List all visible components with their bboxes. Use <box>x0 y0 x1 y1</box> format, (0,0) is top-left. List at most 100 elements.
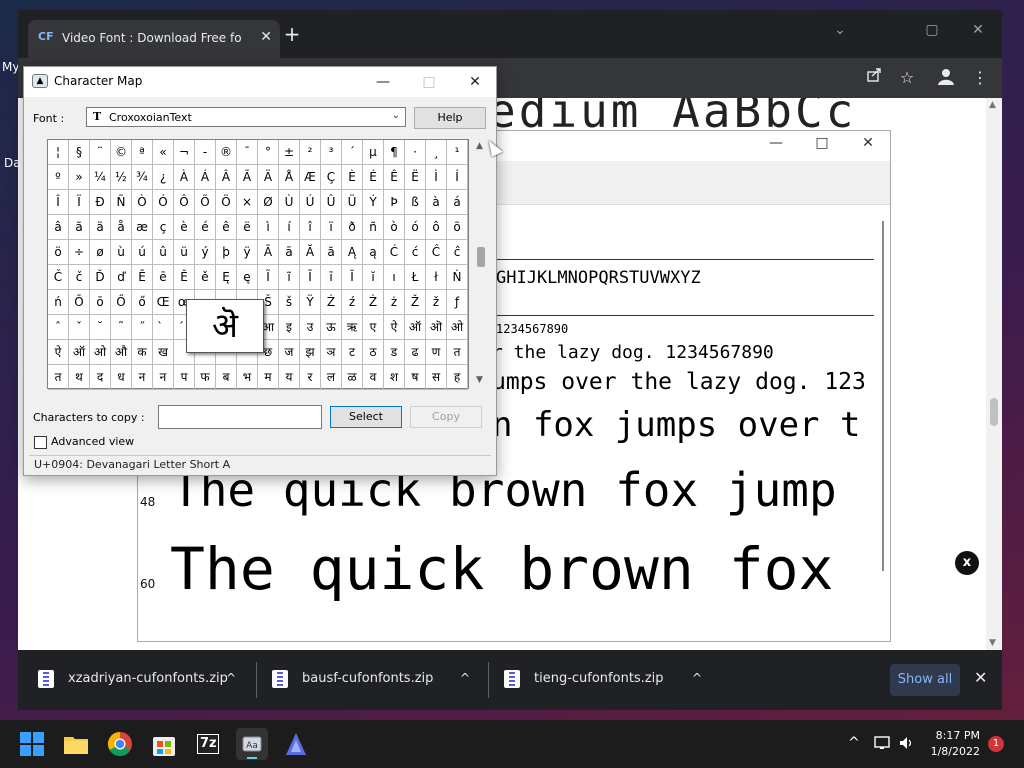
notification-badge[interactable]: 1 <box>988 736 1004 752</box>
character-cell[interactable]: ख <box>153 340 174 365</box>
character-cell[interactable]: ओ <box>447 315 468 340</box>
character-cell[interactable]: µ <box>363 140 384 165</box>
character-cell[interactable]: औ <box>111 340 132 365</box>
7zip-icon[interactable]: 7z <box>192 728 224 760</box>
help-button[interactable]: Help <box>414 107 486 129</box>
character-cell[interactable]: ह <box>447 365 468 390</box>
character-cell[interactable]: « <box>153 140 174 165</box>
character-cell[interactable]: ज <box>279 340 300 365</box>
character-cell[interactable]: Ę <box>216 265 237 290</box>
character-cell[interactable]: न <box>153 365 174 390</box>
download-item[interactable]: xzadriyan-cufonfonts.zip ^ <box>38 664 248 696</box>
character-cell[interactable]: Ł <box>405 265 426 290</box>
character-cell[interactable]: É <box>363 165 384 190</box>
character-cell[interactable]: Ë <box>405 165 426 190</box>
close-button[interactable]: ✕ <box>848 135 888 157</box>
browser-tab[interactable]: CF Video Font : Download Free for D ✕ <box>28 20 280 58</box>
character-cell[interactable]: Ü <box>342 190 363 215</box>
download-item[interactable]: bausf-cufonfonts.zip ^ <box>272 664 472 696</box>
character-cell[interactable]: Ã <box>237 165 258 190</box>
minimize-button[interactable]: ⌄ <box>820 16 860 44</box>
chevron-up-icon[interactable]: ^ <box>692 671 702 685</box>
character-cell[interactable]: म <box>258 365 279 390</box>
character-cell[interactable]: ° <box>258 140 279 165</box>
character-cell[interactable]: Ù <box>279 190 300 215</box>
character-cell[interactable]: Æ <box>300 165 321 190</box>
menu-kebab-icon[interactable]: ⋮ <box>968 67 992 89</box>
character-cell[interactable]: ण <box>426 340 447 365</box>
character-cell[interactable]: ð <box>342 215 363 240</box>
character-cell[interactable]: û <box>153 240 174 265</box>
character-cell[interactable]: ć <box>405 240 426 265</box>
character-cell[interactable]: ¹ <box>447 140 468 165</box>
chrome-icon[interactable] <box>104 728 136 760</box>
character-cell[interactable]: ż <box>384 290 405 315</box>
character-cell[interactable]: ô <box>426 215 447 240</box>
character-cell[interactable]: र <box>300 365 321 390</box>
character-cell[interactable]: न <box>132 365 153 390</box>
maximize-button[interactable]: □ <box>802 135 842 157</box>
character-cell[interactable]: Ō <box>69 290 90 315</box>
character-cell[interactable]: È <box>342 165 363 190</box>
character-cell[interactable]: ऋ <box>342 315 363 340</box>
character-cell[interactable]: Â <box>216 165 237 190</box>
character-cell[interactable]: ę <box>237 265 258 290</box>
character-cell[interactable]: · <box>405 140 426 165</box>
character-cell[interactable]: ç <box>153 215 174 240</box>
character-cell[interactable]: ü <box>174 240 195 265</box>
character-cell[interactable]: ऑ <box>69 340 90 365</box>
character-cell[interactable]: è <box>174 215 195 240</box>
character-cell[interactable]: ½ <box>111 165 132 190</box>
character-cell[interactable]: í <box>279 215 300 240</box>
character-cell[interactable]: » <box>69 165 90 190</box>
font-dropdown[interactable]: T CroxoxoianText ⌄ <box>86 107 406 127</box>
character-cell[interactable]: Ĉ <box>426 240 447 265</box>
character-cell[interactable]: Ő <box>111 290 132 315</box>
character-cell[interactable]: ˜ <box>111 315 132 340</box>
character-cell[interactable]: ö <box>48 240 69 265</box>
character-cell[interactable]: á <box>447 190 468 215</box>
character-cell[interactable]: ठ <box>363 340 384 365</box>
character-cell[interactable]: č <box>69 265 90 290</box>
character-cell[interactable]: Ī <box>300 265 321 290</box>
character-cell[interactable]: â <box>48 215 69 240</box>
character-cell[interactable]: ¦ <box>48 140 69 165</box>
chevron-up-icon[interactable]: ^ <box>460 671 470 685</box>
character-cell[interactable]: ă <box>321 240 342 265</box>
character-cell[interactable]: Í <box>447 165 468 190</box>
character-cell[interactable]: प <box>174 365 195 390</box>
character-cell[interactable]: ¼ <box>90 165 111 190</box>
character-cell[interactable]: ˇ <box>69 315 90 340</box>
font-app-icon[interactable] <box>280 728 312 760</box>
character-cell[interactable]: ² <box>300 140 321 165</box>
character-cell[interactable]: Ā <box>258 240 279 265</box>
character-cell[interactable]: फ <box>195 365 216 390</box>
character-cell[interactable]: × <box>237 190 258 215</box>
character-cell[interactable]: é <box>195 215 216 240</box>
character-cell[interactable]: ष <box>405 365 426 390</box>
character-cell[interactable]: ® <box>216 140 237 165</box>
character-cell[interactable]: Ż <box>363 290 384 315</box>
character-cell[interactable]: Û <box>321 190 342 215</box>
character-cell[interactable]: Ē <box>132 265 153 290</box>
character-cell[interactable]: ń <box>48 290 69 315</box>
character-cell[interactable]: ì <box>258 215 279 240</box>
character-cell[interactable]: ª <box>132 140 153 165</box>
character-cell[interactable]: Ò <box>132 190 153 215</box>
new-tab-button[interactable]: + <box>280 23 304 47</box>
character-cell[interactable]: Ž <box>405 290 426 315</box>
download-item[interactable]: tieng-cufonfonts.zip ^ <box>504 664 704 696</box>
character-cell[interactable]: þ <box>216 240 237 265</box>
character-cell[interactable]: ø <box>90 240 111 265</box>
volume-icon[interactable] <box>898 735 916 755</box>
character-cell[interactable]: ě <box>195 265 216 290</box>
close-button[interactable]: ✕ <box>452 70 498 94</box>
character-cell[interactable]: ळ <box>342 365 363 390</box>
character-cell[interactable]: Œ <box>153 290 174 315</box>
character-cell[interactable]: ± <box>279 140 300 165</box>
character-cell[interactable]: ऒ <box>426 315 447 340</box>
character-cell[interactable]: ď <box>111 265 132 290</box>
character-cell[interactable]: ¶ <box>384 140 405 165</box>
character-cell[interactable]: ê <box>216 215 237 240</box>
file-explorer-icon[interactable] <box>60 728 92 760</box>
